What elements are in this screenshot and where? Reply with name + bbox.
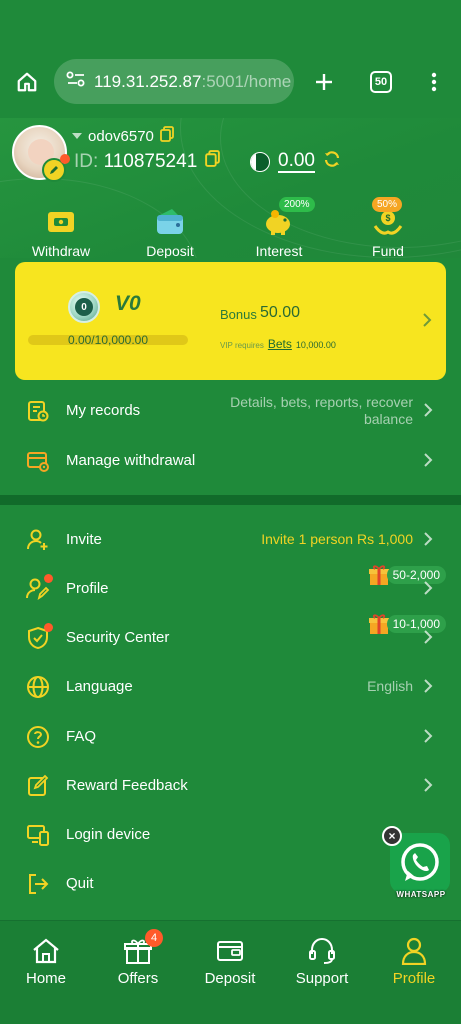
url-text: 119.31.252.87:5001/home <box>94 71 292 91</box>
gift-icon <box>92 935 184 967</box>
manage-withdrawal-label: Manage withdrawal <box>66 451 196 469</box>
invite-hint: Invite 1 person Rs 1,000 <box>261 531 413 547</box>
faq-label: FAQ <box>66 727 97 745</box>
new-tab-icon[interactable] <box>309 67 339 97</box>
chevron-right-icon <box>423 728 433 749</box>
nav-deposit[interactable]: Deposit <box>184 935 276 987</box>
vip-progress-text: 0.00/10,000.00 <box>67 333 149 347</box>
fund-badge: 50% <box>372 197 403 212</box>
profile-reward-badge: 50-2,000 <box>367 563 446 587</box>
records-icon <box>25 398 51 424</box>
user-id: 110875241 <box>103 150 198 172</box>
security-notification-dot <box>44 623 53 632</box>
withdraw-icon <box>15 205 107 239</box>
close-icon[interactable]: × <box>382 826 402 846</box>
vip-medal-icon: 0 <box>68 291 100 323</box>
my-records-hint: Details, bets, reports, recover balance <box>230 394 413 427</box>
profile-header: odov6570 ID: 110875241 0.00 Withdraw Dep… <box>0 118 461 258</box>
devices-icon <box>25 822 51 848</box>
caret-down-icon[interactable] <box>72 133 82 139</box>
language-label: Language <box>66 677 133 695</box>
browser-toolbar: 119.31.252.87:5001/home 50 <box>0 0 461 118</box>
bets-link[interactable]: Bets <box>268 337 292 351</box>
svg-text:$: $ <box>385 213 390 223</box>
invite-icon <box>25 527 51 553</box>
username-row: odov6570 <box>72 126 174 146</box>
avatar-notification-dot <box>60 154 70 164</box>
nav-offers[interactable]: Offers 4 <box>92 929 184 987</box>
faq-row[interactable]: FAQ <box>0 712 461 760</box>
deposit-button[interactable]: Deposit <box>124 205 216 258</box>
manage-withdrawal-row[interactable]: Manage withdrawal <box>0 436 461 484</box>
language-value: English <box>367 678 413 694</box>
whatsapp-label: WHATSAPP <box>396 890 446 899</box>
question-icon <box>25 724 51 750</box>
copy-username-icon[interactable] <box>160 126 174 146</box>
browser-home-icon[interactable] <box>12 67 42 97</box>
interest-button[interactable]: Interest 200% <box>233 197 325 258</box>
tab-switcher-button[interactable]: 50 <box>370 71 392 93</box>
profile-notification-dot <box>44 574 53 583</box>
security-reward-badge: 10-1,000 <box>367 612 446 636</box>
vip-level: V0 <box>115 292 141 315</box>
vip-card[interactable]: 0 V0 0.00/10,000.00 Bonus 50.00 VIP requ… <box>15 262 446 380</box>
nav-home[interactable]: Home <box>0 935 92 987</box>
feedback-edit-icon <box>25 773 51 799</box>
wallet-icon <box>184 935 276 967</box>
nav-profile[interactable]: Profile <box>368 935 460 987</box>
reward-feedback-label: Reward Feedback <box>66 776 188 794</box>
my-records-label: My records <box>66 401 141 419</box>
security-center-row[interactable]: Security Center 10-1,000 <box>0 613 461 661</box>
section-divider <box>0 495 461 505</box>
fund-button[interactable]: $ Fund 50% <box>342 197 434 258</box>
refresh-balance-icon[interactable] <box>323 150 341 174</box>
username: odov6570 <box>88 127 154 145</box>
bonus-label: Bonus <box>220 307 257 322</box>
reward-feedback-row[interactable]: Reward Feedback <box>0 761 461 809</box>
withdrawal-settings-icon <box>25 448 51 474</box>
chevron-right-icon <box>423 678 433 699</box>
balance-value: 0.00 <box>278 150 315 173</box>
person-icon <box>368 935 460 967</box>
balance-row: 0.00 <box>250 150 341 174</box>
nav-support[interactable]: Support <box>276 935 368 987</box>
id-label: ID: <box>74 150 99 172</box>
home-icon <box>0 935 92 967</box>
language-row[interactable]: Language English <box>0 662 461 710</box>
login-device-label: Login device <box>66 825 151 843</box>
browser-menu-icon[interactable] <box>419 67 449 97</box>
whatsapp-floating-button[interactable]: × WHATSAPP <box>382 826 452 901</box>
globe-icon <box>25 674 51 700</box>
security-center-label: Security Center <box>66 628 170 646</box>
bonus-value: 50.00 <box>260 304 301 321</box>
chevron-right-icon <box>423 452 433 473</box>
logout-icon <box>25 871 51 897</box>
quit-label: Quit <box>66 874 94 892</box>
chevron-right-icon <box>423 402 433 423</box>
headset-icon <box>276 935 368 967</box>
user-id-row: ID: 110875241 <box>74 150 221 173</box>
interest-badge: 200% <box>279 197 315 212</box>
offers-badge: 4 <box>145 929 163 947</box>
my-records-row[interactable]: My records Details, bets, reports, recov… <box>0 386 461 434</box>
address-bar[interactable]: 119.31.252.87:5001/home <box>54 59 294 104</box>
chevron-right-icon <box>423 531 433 552</box>
chevron-right-icon <box>423 629 433 650</box>
invite-label: Invite <box>66 530 102 548</box>
chevron-right-icon <box>423 580 433 601</box>
bottom-navigation: Home Offers 4 Deposit Support Profile <box>0 920 461 1024</box>
profile-row[interactable]: Profile 50-2,000 <box>0 564 461 612</box>
chevron-right-icon <box>422 312 432 333</box>
profile-label: Profile <box>66 579 109 597</box>
wallet-icon <box>124 205 216 239</box>
site-settings-icon[interactable] <box>66 70 86 93</box>
pakistan-flag-icon <box>250 152 270 172</box>
withdraw-button[interactable]: Withdraw <box>15 205 107 258</box>
copy-id-icon[interactable] <box>205 150 221 173</box>
chevron-right-icon <box>423 777 433 798</box>
invite-row[interactable]: Invite Invite 1 person Rs 1,000 <box>0 515 461 563</box>
vip-requirement: VIP requires Bets 10,000.00 <box>220 337 336 351</box>
